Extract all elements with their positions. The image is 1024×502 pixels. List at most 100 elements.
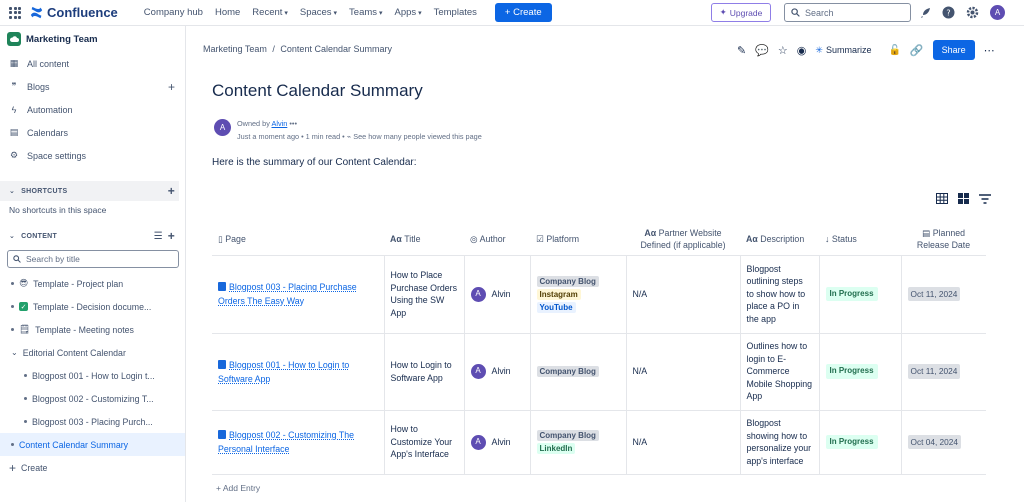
settings-gear-icon[interactable]	[966, 6, 979, 19]
add-entry-button[interactable]: + Add Entry	[216, 483, 260, 493]
tree-item-meeting-notes[interactable]: 🗒 Template - Meeting notes	[0, 318, 185, 341]
tree-item-blogpost-002[interactable]: Blogpost 002 - Customizing T...	[0, 387, 185, 410]
cell-partner-website[interactable]: N/A	[626, 254, 741, 334]
tree-item-editorial-content-calendar[interactable]: ⌄ Editorial Content Calendar	[0, 341, 185, 364]
nav-company-hub[interactable]: Company hub	[138, 7, 209, 18]
page-content: Marketing Team / Content Calendar Summar…	[186, 26, 1024, 502]
tree-item-content-calendar-summary[interactable]: Content Calendar Summary	[0, 433, 185, 456]
owner-link[interactable]: Alvin	[271, 119, 287, 128]
table-view-icon[interactable]	[936, 193, 948, 204]
tree-item-project-plan[interactable]: 😎 Template - Project plan	[0, 272, 185, 295]
top-right-icons: ? A	[919, 5, 1005, 20]
tree-item-label: Template - Meeting notes	[35, 324, 134, 335]
column-header-author[interactable]: ◎ Author	[464, 224, 530, 256]
page-link[interactable]: Blogpost 003 - Placing Purchase Orders T…	[218, 282, 357, 306]
add-shortcut-plus-icon[interactable]: +	[168, 184, 175, 198]
cell-release-date[interactable]: Oct 04, 2024	[901, 409, 986, 475]
global-search-input[interactable]: Search	[784, 3, 911, 22]
cell-status[interactable]: In Progress	[819, 332, 902, 411]
cell-release-date[interactable]: Oct 11, 2024	[901, 254, 986, 334]
cell-partner-website[interactable]: N/A	[626, 409, 741, 475]
tree-item-blogpost-001[interactable]: Blogpost 001 - How to Login t...	[0, 364, 185, 387]
copy-link-icon[interactable]: 🔗	[910, 44, 924, 57]
author-avatar: A	[470, 434, 486, 450]
confluence-logo[interactable]: Confluence	[30, 5, 118, 20]
breadcrumb-page-link[interactable]: Content Calendar Summary	[280, 44, 392, 54]
nav-recent[interactable]: Recent	[246, 7, 294, 18]
create-button[interactable]: + Create	[494, 3, 552, 22]
select-column-icon: ☑	[536, 234, 544, 245]
cell-platform[interactable]: Company Blog Instagram YouTube	[530, 254, 627, 334]
owner-avatar[interactable]: A	[214, 119, 231, 136]
sidebar-search-input[interactable]: Search by title	[7, 250, 179, 268]
cell-platform[interactable]: Company Blog LinkedIn	[530, 409, 627, 475]
upgrade-button[interactable]: ✦ Upgrade	[711, 3, 771, 22]
tree-item-blogpost-003[interactable]: Blogpost 003 - Placing Purch...	[0, 410, 185, 433]
sidebar-create-button[interactable]: + Create	[0, 456, 185, 479]
cell-description[interactable]: Outlines how to login to E-Commerce Mobi…	[740, 332, 820, 411]
sidebar-item-all-content[interactable]: ▦ All content	[0, 52, 185, 75]
nav-teams[interactable]: Teams	[343, 7, 388, 18]
comment-icon[interactable]: 💬	[755, 44, 769, 57]
star-icon[interactable]: ☆	[778, 44, 788, 57]
column-header-release-date[interactable]: ▤ Planned Release Date	[901, 224, 986, 256]
cell-release-date[interactable]: Oct 11, 2024	[901, 332, 986, 411]
nav-home[interactable]: Home	[209, 7, 246, 18]
sidebar-item-calendars[interactable]: ▤ Calendars	[0, 121, 185, 144]
cell-description[interactable]: Blogpost outlining steps to show how to …	[740, 254, 820, 334]
cell-title[interactable]: How to Login to Software App	[384, 332, 465, 411]
app-switcher-icon[interactable]	[9, 6, 21, 19]
add-blog-plus-icon[interactable]: +	[168, 80, 175, 94]
watch-eye-icon[interactable]: ◉	[797, 44, 807, 57]
tree-item-decision-document[interactable]: ✓ Template - Decision docume...	[0, 295, 185, 318]
column-header-platform[interactable]: ☑ Platform	[530, 224, 626, 256]
shortcuts-section-header[interactable]: ⌄ SHORTCUTS +	[0, 181, 179, 201]
content-section-header[interactable]: ⌄ CONTENT ☰ +	[0, 226, 185, 246]
add-content-plus-icon[interactable]: +	[168, 229, 175, 243]
nav-spaces[interactable]: Spaces	[294, 7, 343, 18]
nav-templates[interactable]: Templates	[428, 7, 483, 18]
cell-platform[interactable]: Company Blog	[530, 332, 627, 411]
sidebar-item-space-settings[interactable]: ⚙ Space settings	[0, 144, 185, 167]
sidebar-item-label: All content	[27, 58, 70, 69]
column-header-description[interactable]: Aα Description	[740, 224, 819, 256]
chevron-down-icon: ⌄	[11, 348, 18, 357]
more-icon[interactable]: •••	[289, 119, 297, 128]
no-shortcuts-label: No shortcuts in this space	[9, 205, 107, 215]
page-link[interactable]: Blogpost 001 - How to Login to Software …	[218, 359, 349, 384]
intro-paragraph: Here is the summary of our Content Calen…	[212, 157, 417, 168]
restrictions-lock-icon[interactable]: 🔓	[888, 45, 900, 56]
space-header[interactable]: Marketing Team	[0, 26, 185, 52]
edit-pencil-icon[interactable]: ✎	[737, 44, 746, 57]
filter-icon[interactable]	[979, 193, 991, 204]
cell-author[interactable]: A Alvin	[464, 254, 531, 334]
column-header-page[interactable]: ▯ Page	[212, 224, 384, 256]
sidebar-item-automation[interactable]: ϟ Automation	[0, 98, 185, 121]
cell-title[interactable]: How to Customize Your App's Interface	[384, 409, 465, 475]
more-actions-icon[interactable]: ⋯	[984, 44, 995, 57]
cell-author[interactable]: A Alvin	[464, 409, 531, 475]
notifications-rocket-icon[interactable]	[919, 7, 931, 19]
table-row: Blogpost 001 - How to Login to Software …	[212, 332, 986, 411]
cell-status[interactable]: In Progress	[819, 409, 902, 475]
column-header-partner-website[interactable]: Aα Partner Website Defined (if applicabl…	[626, 224, 740, 256]
column-header-status[interactable]: ↓ Status	[819, 224, 901, 256]
cell-description[interactable]: Blogpost showing how to personalize your…	[740, 409, 820, 475]
cell-status[interactable]: In Progress	[819, 254, 902, 334]
help-icon[interactable]: ?	[942, 6, 955, 19]
filter-icon[interactable]: ☰	[154, 231, 163, 242]
column-header-title[interactable]: Aα Title	[384, 224, 464, 256]
cell-title[interactable]: How to Place Purchase Orders Using the S…	[384, 254, 465, 334]
user-avatar[interactable]: A	[990, 5, 1005, 20]
sidebar-item-blogs[interactable]: ❞ Blogs +	[0, 75, 185, 98]
lightning-icon: ϟ	[11, 104, 17, 115]
page-link[interactable]: Blogpost 002 - Customizing The Personal …	[218, 430, 354, 454]
page-views-link[interactable]: See how many people viewed this page	[353, 132, 482, 141]
cell-partner-website[interactable]: N/A	[626, 332, 741, 411]
summarize-button[interactable]: ✳ Summarize	[815, 45, 871, 56]
share-button[interactable]: Share	[932, 40, 975, 60]
nav-apps[interactable]: Apps	[388, 7, 427, 18]
cell-author[interactable]: A Alvin	[464, 332, 531, 411]
card-view-icon[interactable]	[958, 193, 969, 204]
breadcrumb-space-link[interactable]: Marketing Team	[203, 44, 267, 54]
